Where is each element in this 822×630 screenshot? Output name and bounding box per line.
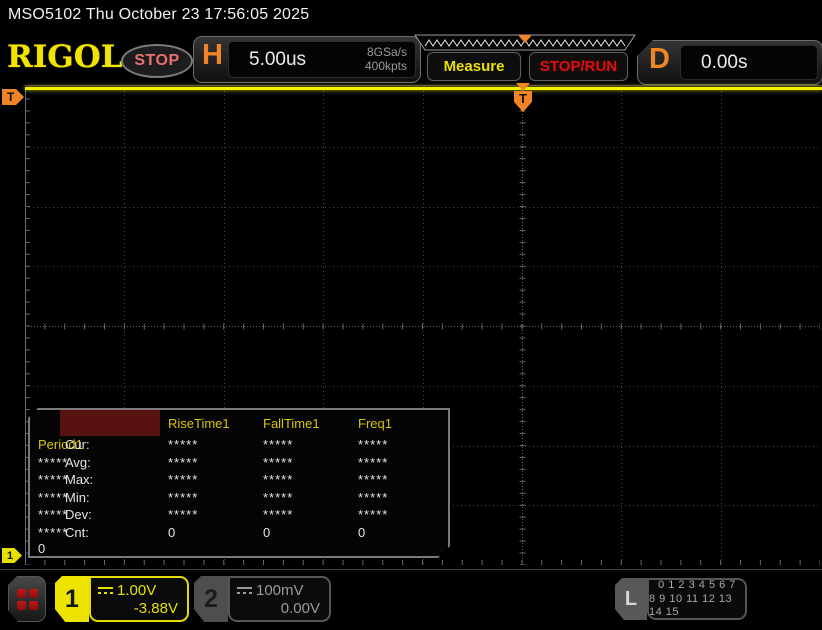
dc-coupling-icon	[237, 586, 252, 596]
channel1-offset: -3.88V	[91, 600, 187, 617]
measure-value: *****	[30, 490, 60, 505]
measure-value: *****	[350, 455, 448, 470]
measure-value: *****	[350, 507, 448, 522]
measure-value: *****	[350, 472, 448, 487]
channel1-status-box[interactable]: 1.00V -3.88V	[89, 576, 189, 622]
selected-measurement-column-highlight	[60, 410, 160, 436]
measure-value: *****	[160, 490, 255, 505]
measure-value: *****	[30, 472, 60, 487]
model-and-datetime: MSO5102 Thu October 23 17:56:05 2025	[8, 6, 309, 24]
measurement-results-table: RiseTime1 FallTime1 Freq1 Period1 Cur: *…	[28, 408, 450, 558]
oscilloscope-screen: MSO5102 Thu October 23 17:56:05 2025 RIG…	[0, 0, 822, 630]
measure-value: *****	[350, 490, 448, 505]
timebase-value: 5.00us	[249, 49, 306, 71]
measure-value: *****	[350, 437, 448, 452]
measure-value: *****	[160, 507, 255, 522]
trigger-position-triangle-icon[interactable]	[516, 83, 530, 91]
measure-col-header[interactable]: FallTime1	[255, 416, 350, 431]
measure-value: *****	[160, 455, 255, 470]
measure-value: *****	[255, 490, 350, 505]
measure-value: 0	[160, 525, 255, 540]
measure-value: *****	[30, 455, 60, 470]
dc-coupling-icon	[98, 586, 113, 596]
measure-col-header[interactable]: RiseTime1	[160, 416, 255, 431]
graticule-top-border	[25, 85, 822, 86]
delay-value: 0.00s	[701, 52, 747, 74]
measure-col-header[interactable]: Freq1	[350, 416, 448, 431]
stop-run-button[interactable]: STOP/RUN	[529, 52, 628, 81]
logic-channels-box[interactable]: 0 1 2 3 4 5 6 7 8 9 10 11 12 13 14 15	[647, 578, 747, 620]
logic-channels-row2: 8 9 10 11 12 13 14 15	[649, 593, 745, 619]
channel1-trace	[25, 87, 822, 90]
sample-info: 8GSa/s 400kpts	[365, 45, 407, 73]
measure-value: *****	[160, 437, 255, 452]
measure-value: *****	[255, 437, 350, 452]
measure-value: *****	[30, 507, 60, 522]
horizontal-timebase-panel[interactable]: H 5.00us 8GSa/s 400kpts	[193, 36, 421, 83]
channel1-scale: 1.00V	[117, 583, 156, 598]
logic-channels-row1: 0 1 2 3 4 5 6 7	[658, 579, 736, 592]
trigger-level-marker[interactable]: T	[2, 89, 24, 105]
sample-rate: 8GSa/s	[365, 45, 407, 59]
measure-row-label: Cnt:	[60, 525, 160, 540]
bottom-bar-divider	[0, 569, 822, 570]
delay-value-box: 0.00s	[680, 45, 818, 80]
channel1-tab[interactable]: 1	[55, 576, 89, 622]
memory-position-preview[interactable]	[410, 34, 640, 52]
measure-value: *****	[255, 507, 350, 522]
measure-row-label: Dev:	[60, 507, 160, 522]
measure-row-label: Avg:	[60, 455, 160, 470]
measure-value: *****	[255, 472, 350, 487]
measure-row-label: Min:	[60, 490, 160, 505]
acquisition-status-badge: STOP	[121, 44, 193, 78]
measure-value: *****	[30, 525, 60, 540]
measure-row-label: Cur:	[60, 437, 160, 452]
measure-value: 0	[350, 525, 448, 540]
measure-value: *****	[160, 472, 255, 487]
menu-grid-icon	[17, 589, 38, 610]
menu-button[interactable]	[8, 576, 46, 622]
measure-value: *****	[255, 455, 350, 470]
horizontal-label: H	[202, 39, 223, 72]
measure-value: 0	[30, 541, 60, 556]
trigger-delay-panel[interactable]: D 0.00s	[637, 40, 822, 85]
channel2-scale: 100mV	[256, 583, 304, 598]
memory-depth: 400kpts	[365, 59, 407, 73]
measure-col-header[interactable]: Period1	[30, 437, 60, 452]
logic-analyzer-tab[interactable]: L	[615, 578, 647, 620]
channel2-tab[interactable]: 2	[194, 576, 228, 622]
channel2-status-box[interactable]: 100mV 0.00V	[228, 576, 331, 622]
delay-label: D	[649, 43, 670, 76]
measure-button[interactable]: Measure	[427, 52, 521, 81]
channel2-offset: 0.00V	[230, 600, 329, 617]
measure-row-label: Max:	[60, 472, 160, 487]
measure-value: 0	[255, 525, 350, 540]
timebase-value-box: 5.00us 8GSa/s 400kpts	[228, 41, 416, 78]
channel1-offset-marker[interactable]: 1	[2, 548, 22, 563]
rigol-logo: RIGOL	[7, 39, 123, 75]
